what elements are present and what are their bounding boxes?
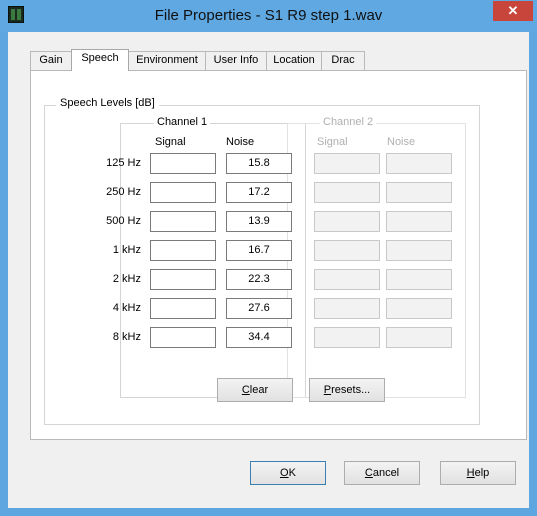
channel-2-signal-field	[314, 269, 380, 290]
title-bar[interactable]: File Properties - S1 R9 step 1.wav ✕	[0, 0, 537, 32]
channel-2-signal-field	[314, 182, 380, 203]
channel-1-noise-field[interactable]: 27.6	[226, 298, 292, 319]
channel-1-signal-field[interactable]	[150, 327, 216, 348]
channel-1-noise-field[interactable]: 22.3	[226, 269, 292, 290]
channel-1-noise-field[interactable]: 16.7	[226, 240, 292, 261]
tab-speech[interactable]: Speech	[71, 49, 129, 71]
channel-2-noise-field	[386, 182, 452, 203]
tab-drac[interactable]: Drac	[321, 51, 365, 70]
dialog-window: File Properties - S1 R9 step 1.wav ✕ Gai…	[0, 0, 537, 516]
channel-2-noise-field	[386, 153, 452, 174]
window-title: File Properties - S1 R9 step 1.wav	[154, 7, 383, 24]
channel-1-signal-field[interactable]	[150, 211, 216, 232]
channel-1-signal-header: Signal	[155, 136, 186, 148]
channel-1-noise-field[interactable]: 15.8	[226, 153, 292, 174]
channel-2-noise-field	[386, 269, 452, 290]
channel-2-signal-field	[314, 153, 380, 174]
channel-1-noise-field[interactable]: 13.9	[226, 211, 292, 232]
channel-2-signal-field	[314, 240, 380, 261]
ok-button[interactable]: OK	[250, 461, 326, 485]
frequency-label: 1 kHz	[112, 244, 141, 256]
cancel-button[interactable]: Cancel	[344, 461, 420, 485]
frequency-label: 8 kHz	[112, 331, 141, 343]
channel-2-noise-field	[386, 240, 452, 261]
help-button[interactable]: Help	[440, 461, 516, 485]
tab-location[interactable]: Location	[266, 51, 322, 70]
tab-user-info[interactable]: User Info	[205, 51, 267, 70]
channel-2-noise-field	[386, 327, 452, 348]
channel-1-signal-field[interactable]	[150, 269, 216, 290]
frequency-label: 250 Hz	[106, 186, 141, 198]
channel-2-signal-field	[314, 298, 380, 319]
channel-2-noise-field	[386, 211, 452, 232]
speech-levels-label: Speech Levels [dB]	[56, 97, 159, 109]
frequency-label: 2 kHz	[112, 273, 141, 285]
channel-1-signal-field[interactable]	[150, 182, 216, 203]
channel-2-signal-field	[314, 327, 380, 348]
channel-1-noise-header: Noise	[226, 136, 255, 148]
channel-1-signal-field[interactable]	[150, 153, 216, 174]
channel-2-label: Channel 2	[320, 116, 377, 128]
channel-2-signal-field	[314, 211, 380, 232]
presets-button[interactable]: Presets...	[309, 378, 385, 402]
close-button[interactable]: ✕	[493, 1, 533, 21]
channel-2-noise-header: Noise	[387, 136, 416, 148]
channel-1-noise-field[interactable]: 34.4	[226, 327, 292, 348]
channel-2-signal-header: Signal	[317, 136, 348, 148]
channel-1-label: Channel 1	[154, 116, 211, 128]
channel-1-signal-field[interactable]	[150, 298, 216, 319]
tab-gain[interactable]: Gain	[30, 51, 72, 70]
close-icon: ✕	[507, 3, 519, 18]
clear-button[interactable]: Clear	[217, 378, 293, 402]
tab-environment[interactable]: Environment	[128, 51, 206, 70]
frequency-label: 125 Hz	[106, 157, 141, 169]
frequency-label: 4 kHz	[112, 302, 141, 314]
channel-2-noise-field	[386, 298, 452, 319]
channel-1-noise-field[interactable]: 17.2	[226, 182, 292, 203]
frequency-label: 500 Hz	[106, 215, 141, 227]
dialog-client: Gain Speech Environment User Info Location Dr…	[8, 32, 529, 508]
channel-1-signal-field[interactable]	[150, 240, 216, 261]
